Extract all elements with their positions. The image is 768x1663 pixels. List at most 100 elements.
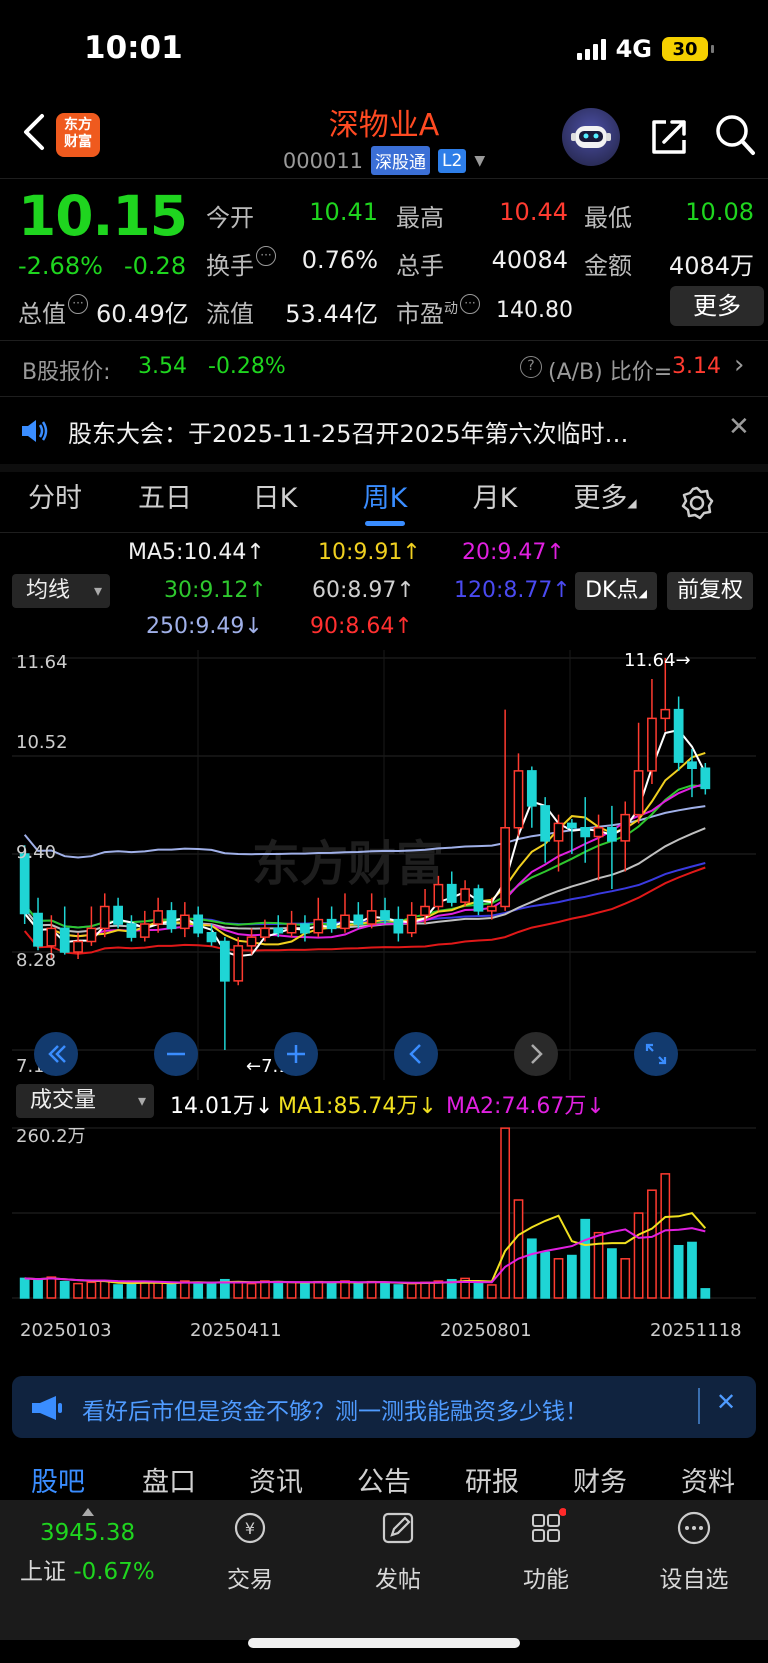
zoom-out-icon[interactable]	[154, 1032, 198, 1076]
volume-axis-max: 260.2万	[16, 1126, 86, 1147]
add-watchlist-button[interactable]: 设自选	[634, 1508, 754, 1594]
y-axis-mid1: 10.52	[16, 732, 68, 753]
more-button[interactable]: 更多	[670, 286, 764, 326]
scroll-left-icon[interactable]	[34, 1032, 78, 1076]
previous-icon[interactable]	[394, 1032, 438, 1076]
volume-bar	[500, 1127, 511, 1299]
next-icon[interactable]	[514, 1032, 558, 1076]
candle	[153, 910, 164, 925]
indicator-dropdown[interactable]: 均线	[12, 574, 110, 608]
candle	[233, 945, 244, 982]
info-icon[interactable]: ···	[460, 294, 480, 314]
dk-point-button[interactable]: DK点◢	[575, 572, 657, 610]
fullscreen-icon[interactable]	[634, 1032, 678, 1076]
volume-bar	[153, 1281, 164, 1299]
volume-bar	[540, 1251, 551, 1299]
info-icon[interactable]: ···	[256, 246, 276, 266]
volume-indicator-dropdown[interactable]: 成交量	[16, 1084, 154, 1118]
settings-icon[interactable]	[680, 486, 714, 520]
volume-bar	[86, 1281, 97, 1299]
tab-more[interactable]: 更多◢	[550, 472, 660, 532]
volume-bar	[193, 1281, 204, 1299]
trade-button[interactable]: ¥ 交易	[190, 1508, 310, 1594]
index-value: 3945.38	[40, 1520, 136, 1546]
close-icon[interactable]: ✕	[716, 1388, 736, 1416]
volume-bar	[513, 1199, 524, 1299]
candle	[326, 918, 337, 930]
notice-bar[interactable]: 股东大会：于2025-11-25召开2025年第六次临时… ✕	[0, 398, 768, 464]
candle	[86, 927, 97, 943]
status-indicators: 4G 30	[576, 34, 714, 64]
candle	[500, 827, 511, 908]
candle	[660, 708, 671, 720]
close-icon[interactable]: ✕	[728, 412, 750, 442]
volume-bar	[286, 1281, 297, 1299]
x-date-1: 20250103	[20, 1320, 112, 1341]
battery-icon: 30	[662, 37, 714, 61]
candle	[620, 813, 631, 842]
candle	[673, 708, 684, 763]
share-icon[interactable]	[648, 116, 690, 158]
turnover-label[interactable]: 换手 ···	[206, 246, 276, 281]
candle	[593, 827, 604, 838]
volume-bar	[126, 1282, 137, 1299]
b-share-row[interactable]: B股报价: 3.54 -0.28% ? (A/B) 比价= 3.14 ›	[0, 340, 768, 394]
notice-text: 股东大会：于2025-11-25召开2025年第六次临时…	[68, 420, 629, 448]
ma30-value: 30:9.12↑	[164, 578, 267, 603]
trade-label: 交易	[227, 1567, 273, 1593]
tab-daily-k[interactable]: 日K	[220, 472, 330, 532]
candle	[286, 923, 297, 934]
volume-chart[interactable]	[12, 1120, 756, 1364]
trade-icon: ¥	[234, 1512, 266, 1544]
candle	[540, 805, 551, 842]
volume-bar	[340, 1280, 350, 1299]
volume-bar	[73, 1282, 83, 1299]
candle	[313, 918, 324, 934]
svg-text:¥: ¥	[245, 1519, 255, 1538]
candle	[59, 927, 70, 953]
market-cap-label[interactable]: 总值 ···	[18, 294, 88, 329]
volume-bar	[580, 1218, 591, 1299]
volume-bar	[99, 1280, 110, 1299]
ma120-value: 120:8.77↑	[454, 578, 571, 603]
candle	[99, 905, 110, 930]
change-percent: -2.68%	[18, 252, 103, 280]
candle	[126, 923, 137, 938]
tab-five-day[interactable]: 五日	[110, 472, 220, 532]
volume-bar	[166, 1282, 177, 1299]
candle	[633, 770, 644, 816]
volume-bar	[633, 1212, 644, 1299]
tab-monthly-k[interactable]: 月K	[440, 472, 550, 532]
pe-label[interactable]: 市盈动 ···	[396, 294, 480, 329]
financing-ad-banner[interactable]: 看好后市但是资金不够？测一测我能融资多少钱！ ✕	[12, 1376, 756, 1438]
zoom-in-icon[interactable]	[274, 1032, 318, 1076]
volume-bar	[393, 1284, 404, 1299]
volume-bar	[113, 1284, 123, 1299]
adjust-button[interactable]: 前复权	[667, 572, 753, 610]
robot-avatar-icon[interactable]	[562, 108, 620, 166]
x-date-2: 20250411	[190, 1320, 282, 1341]
signal-icon	[576, 38, 606, 60]
post-button[interactable]: 发帖	[338, 1508, 458, 1594]
functions-button[interactable]: 功能	[486, 1508, 606, 1594]
candle	[380, 910, 390, 921]
index-widget[interactable]: 3945.38 上证 -0.67%	[20, 1508, 180, 1586]
b-share-pct: -0.28%	[208, 354, 286, 379]
volume-bar	[473, 1282, 484, 1299]
tab-weekly-k[interactable]: 周K	[330, 472, 440, 532]
kline-chart[interactable]: 东方财富	[12, 650, 756, 1080]
volume-bar	[59, 1280, 70, 1299]
amount-value: 4084万	[668, 252, 754, 280]
ma5-value: MA5:10.44↑	[128, 540, 265, 565]
pe-value: 140.80	[496, 298, 573, 323]
volume-bar	[553, 1258, 564, 1299]
candle	[353, 914, 364, 925]
help-icon[interactable]: ?	[520, 356, 542, 378]
info-icon[interactable]: ···	[68, 294, 88, 314]
ma20-value: 20:9.47↑	[462, 540, 565, 565]
functions-label: 功能	[523, 1567, 569, 1593]
candle	[406, 914, 417, 934]
volume-bar	[526, 1238, 537, 1299]
search-icon[interactable]	[714, 113, 756, 157]
tab-intraday[interactable]: 分时	[0, 472, 110, 532]
